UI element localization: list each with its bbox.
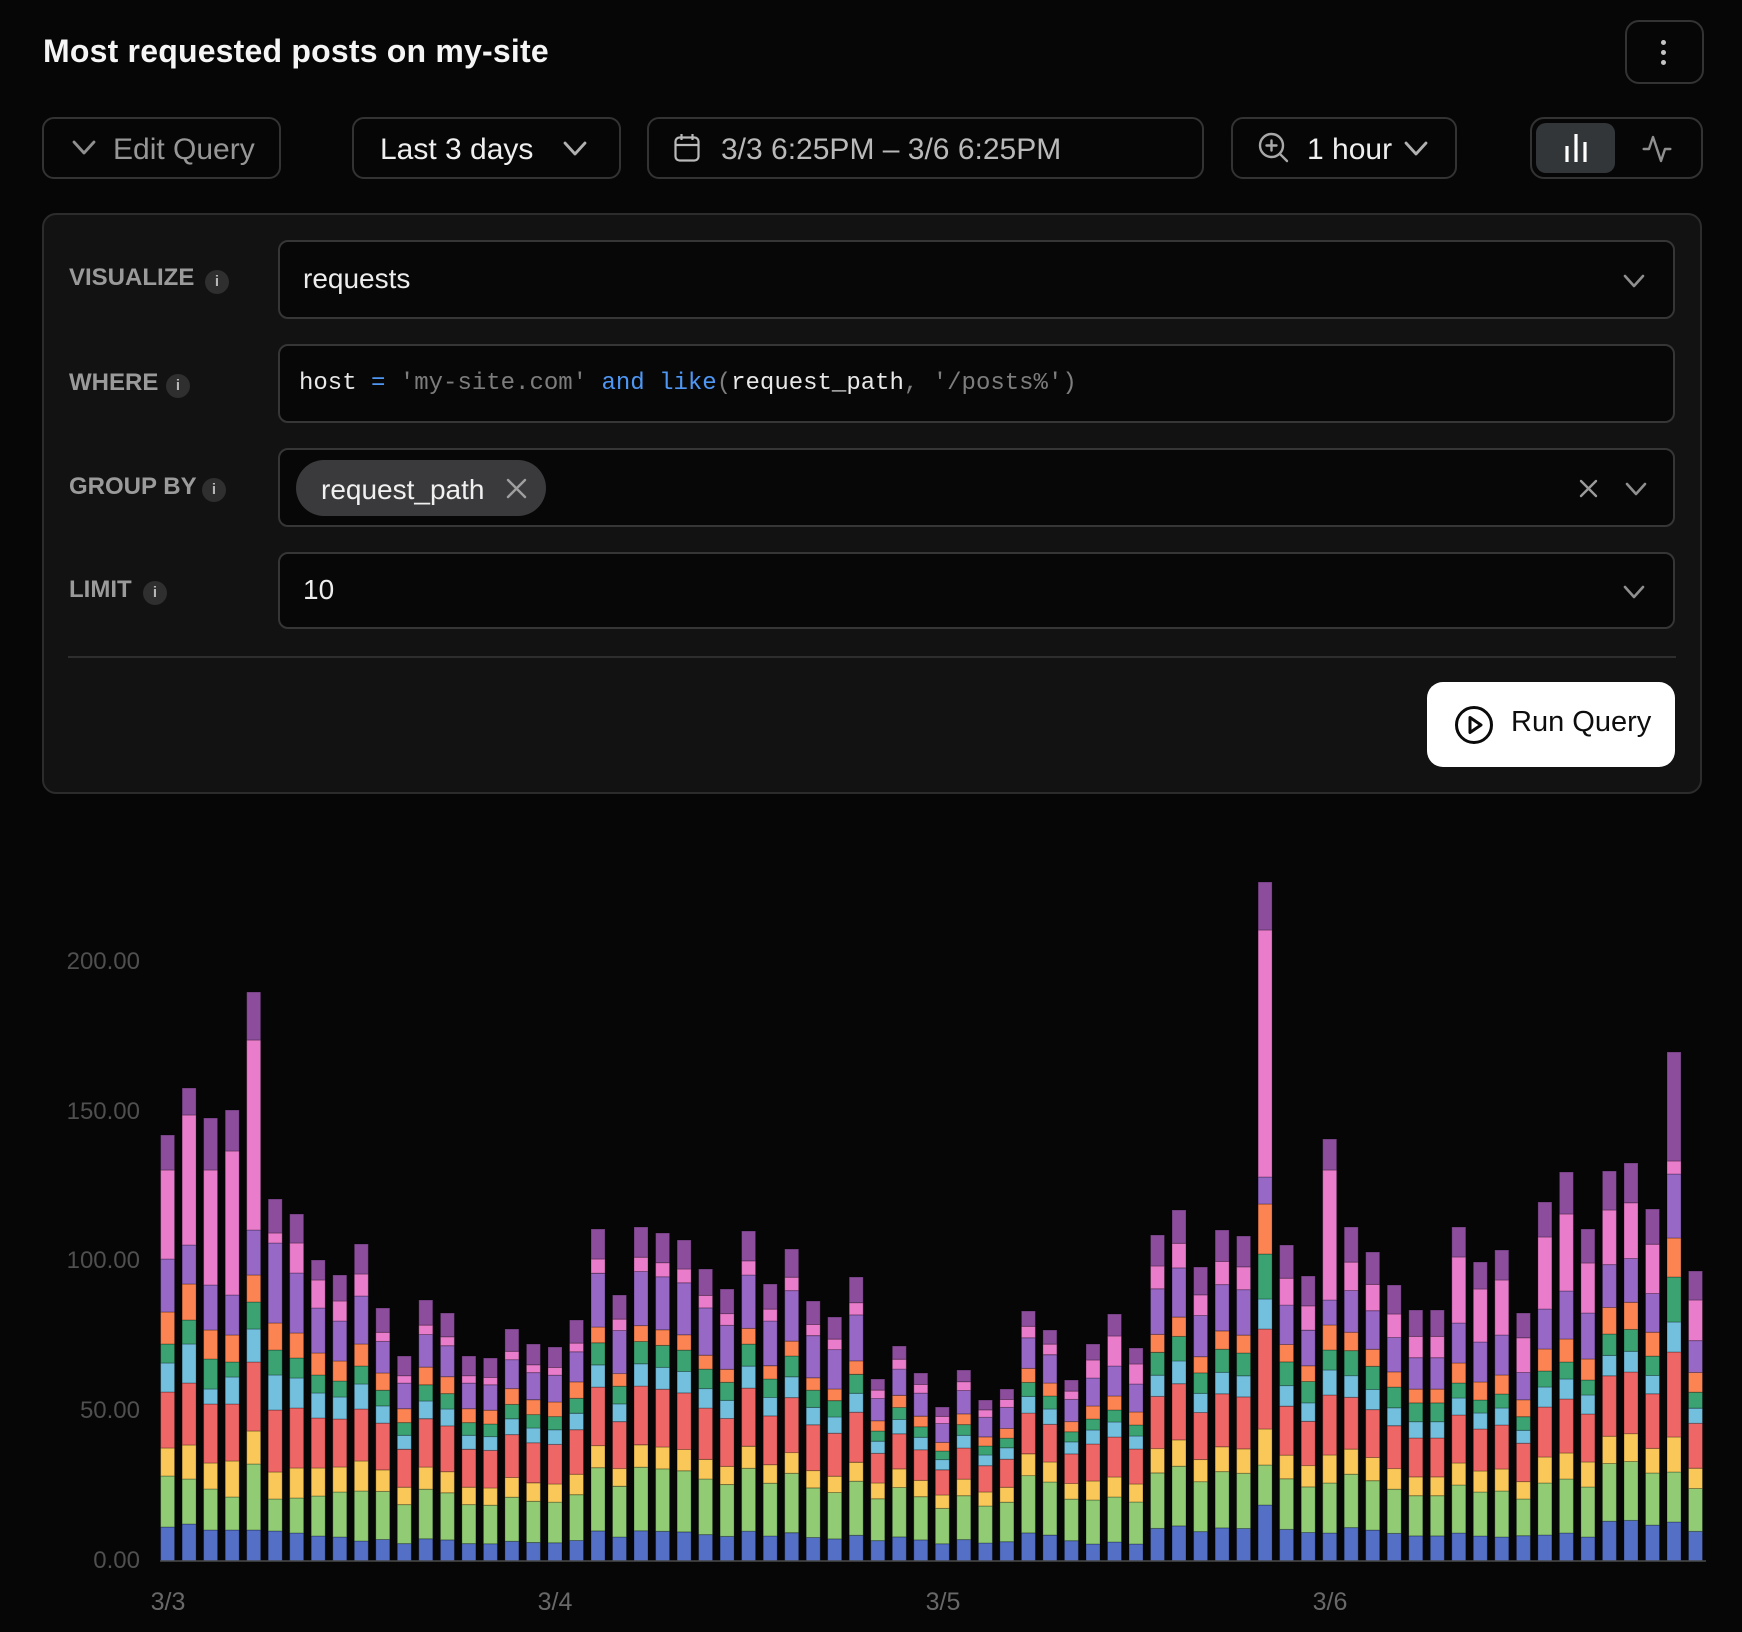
svg-text:3/3: 3/3 xyxy=(151,1588,186,1616)
svg-text:3/6: 3/6 xyxy=(1313,1588,1348,1616)
svg-text:100.00: 100.00 xyxy=(67,1247,140,1274)
svg-text:0.00: 0.00 xyxy=(93,1547,140,1574)
svg-text:3/4: 3/4 xyxy=(538,1588,573,1616)
svg-text:3/5: 3/5 xyxy=(926,1588,961,1616)
svg-text:200.00: 200.00 xyxy=(67,948,140,975)
svg-text:150.00: 150.00 xyxy=(67,1098,140,1125)
svg-text:50.00: 50.00 xyxy=(80,1397,140,1424)
